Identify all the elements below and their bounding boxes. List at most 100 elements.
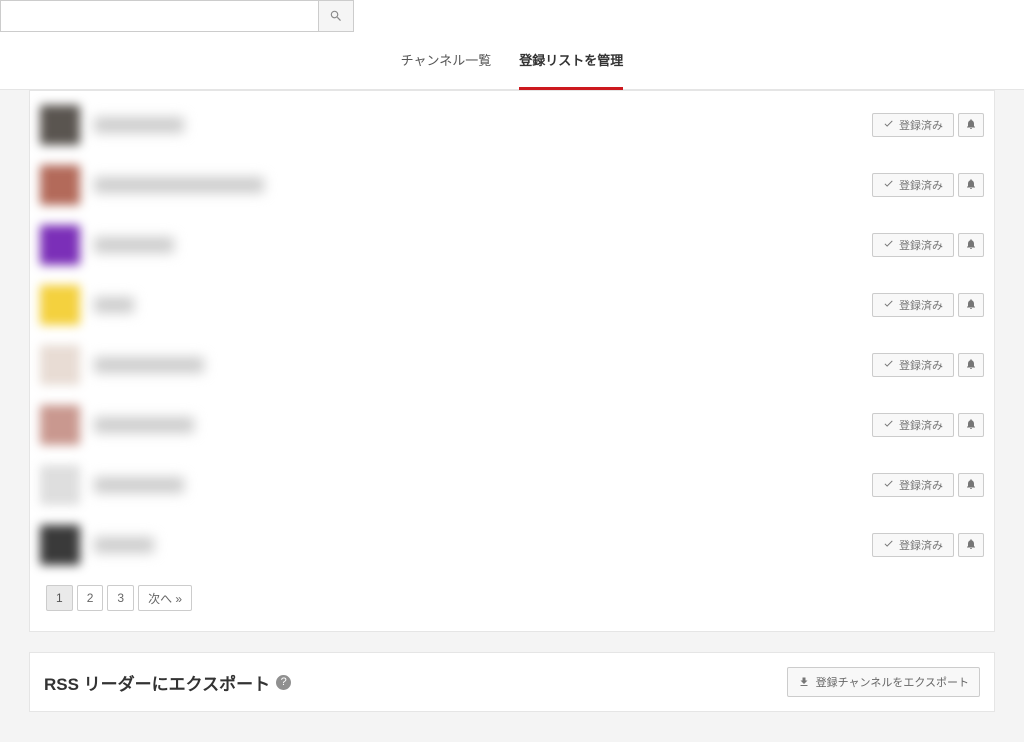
notification-bell-button[interactable]: [958, 533, 984, 557]
subscribed-label: 登録済み: [899, 477, 943, 493]
subscribed-button[interactable]: 登録済み: [872, 473, 954, 497]
channel-info[interactable]: [40, 465, 872, 505]
content-outer: 登録済み登録済み登録済み登録済み登録済み登録済み登録済み登録済み 1 2 3 次…: [0, 90, 1024, 742]
bell-icon: [965, 118, 977, 133]
page-2[interactable]: 2: [77, 585, 104, 611]
help-icon[interactable]: ?: [276, 675, 291, 690]
export-panel: RSS リーダーにエクスポート ? 登録チャンネルをエクスポート: [29, 652, 995, 712]
tabs-row: チャンネル一覧 登録リストを管理: [0, 32, 1024, 90]
check-icon: [883, 118, 894, 132]
search-wrap: [0, 0, 354, 32]
subscribed-label: 登録済み: [899, 417, 943, 433]
subscribed-button[interactable]: 登録済み: [872, 113, 954, 137]
bell-icon: [965, 538, 977, 553]
pagination: 1 2 3 次へ »: [46, 585, 984, 611]
channel-row: 登録済み: [40, 515, 984, 575]
notification-bell-button[interactable]: [958, 293, 984, 317]
channel-actions: 登録済み: [872, 293, 984, 317]
subscribed-button[interactable]: 登録済み: [872, 293, 954, 317]
subscribed-label: 登録済み: [899, 117, 943, 133]
search-input[interactable]: [0, 0, 318, 32]
channel-name[interactable]: [94, 237, 174, 253]
channel-actions: 登録済み: [872, 473, 984, 497]
notification-bell-button[interactable]: [958, 353, 984, 377]
search-icon: [329, 9, 343, 23]
download-icon: [798, 676, 810, 688]
channel-avatar[interactable]: [40, 165, 80, 205]
page-next[interactable]: 次へ »: [138, 585, 192, 611]
channel-row: 登録済み: [40, 95, 984, 155]
check-icon: [883, 358, 894, 372]
channel-actions: 登録済み: [872, 353, 984, 377]
channel-info[interactable]: [40, 105, 872, 145]
channel-avatar[interactable]: [40, 345, 80, 385]
subscribed-label: 登録済み: [899, 297, 943, 313]
page-3[interactable]: 3: [107, 585, 134, 611]
channel-info[interactable]: [40, 285, 872, 325]
bell-icon: [965, 358, 977, 373]
channel-name[interactable]: [94, 357, 204, 373]
channel-actions: 登録済み: [872, 113, 984, 137]
channel-info[interactable]: [40, 405, 872, 445]
subscription-list-panel: 登録済み登録済み登録済み登録済み登録済み登録済み登録済み登録済み 1 2 3 次…: [29, 90, 995, 632]
channel-info[interactable]: [40, 525, 872, 565]
subscribed-button[interactable]: 登録済み: [872, 413, 954, 437]
export-button-label: 登録チャンネルをエクスポート: [816, 674, 969, 690]
check-icon: [883, 418, 894, 432]
notification-bell-button[interactable]: [958, 173, 984, 197]
channel-actions: 登録済み: [872, 173, 984, 197]
export-title-text: RSS リーダーにエクスポート: [44, 670, 270, 695]
notification-bell-button[interactable]: [958, 113, 984, 137]
channel-name[interactable]: [94, 117, 184, 133]
subscribed-label: 登録済み: [899, 177, 943, 193]
notification-bell-button[interactable]: [958, 233, 984, 257]
check-icon: [883, 178, 894, 192]
channel-actions: 登録済み: [872, 413, 984, 437]
channel-actions: 登録済み: [872, 233, 984, 257]
channel-row: 登録済み: [40, 395, 984, 455]
check-icon: [883, 538, 894, 552]
tab-channel-list[interactable]: チャンネル一覧: [401, 50, 492, 79]
channel-name[interactable]: [94, 297, 134, 313]
subscribed-button[interactable]: 登録済み: [872, 533, 954, 557]
channel-info[interactable]: [40, 345, 872, 385]
subscribed-label: 登録済み: [899, 237, 943, 253]
check-icon: [883, 238, 894, 252]
channel-row: 登録済み: [40, 155, 984, 215]
subscribed-button[interactable]: 登録済み: [872, 233, 954, 257]
check-icon: [883, 478, 894, 492]
bell-icon: [965, 478, 977, 493]
page-1[interactable]: 1: [46, 585, 73, 611]
channel-name[interactable]: [94, 537, 154, 553]
channel-row: 登録済み: [40, 215, 984, 275]
channel-row: 登録済み: [40, 455, 984, 515]
top-search-bar: [0, 0, 1024, 32]
channel-avatar[interactable]: [40, 525, 80, 565]
channel-avatar[interactable]: [40, 105, 80, 145]
bell-icon: [965, 418, 977, 433]
notification-bell-button[interactable]: [958, 473, 984, 497]
channel-avatar[interactable]: [40, 405, 80, 445]
channel-avatar[interactable]: [40, 465, 80, 505]
subscribed-button[interactable]: 登録済み: [872, 353, 954, 377]
subscribed-button[interactable]: 登録済み: [872, 173, 954, 197]
search-button[interactable]: [318, 0, 354, 32]
bell-icon: [965, 298, 977, 313]
channel-info[interactable]: [40, 165, 872, 205]
notification-bell-button[interactable]: [958, 413, 984, 437]
channel-avatar[interactable]: [40, 225, 80, 265]
subscribed-label: 登録済み: [899, 537, 943, 553]
channel-name[interactable]: [94, 477, 184, 493]
export-subscriptions-button[interactable]: 登録チャンネルをエクスポート: [787, 667, 980, 697]
bell-icon: [965, 238, 977, 253]
channel-avatar[interactable]: [40, 285, 80, 325]
channel-name[interactable]: [94, 417, 194, 433]
subscribed-label: 登録済み: [899, 357, 943, 373]
channel-row: 登録済み: [40, 275, 984, 335]
export-title: RSS リーダーにエクスポート ?: [44, 670, 291, 695]
channel-row: 登録済み: [40, 335, 984, 395]
tab-manage-subscriptions[interactable]: 登録リストを管理: [519, 50, 623, 90]
bell-icon: [965, 178, 977, 193]
channel-info[interactable]: [40, 225, 872, 265]
channel-name[interactable]: [94, 177, 264, 193]
